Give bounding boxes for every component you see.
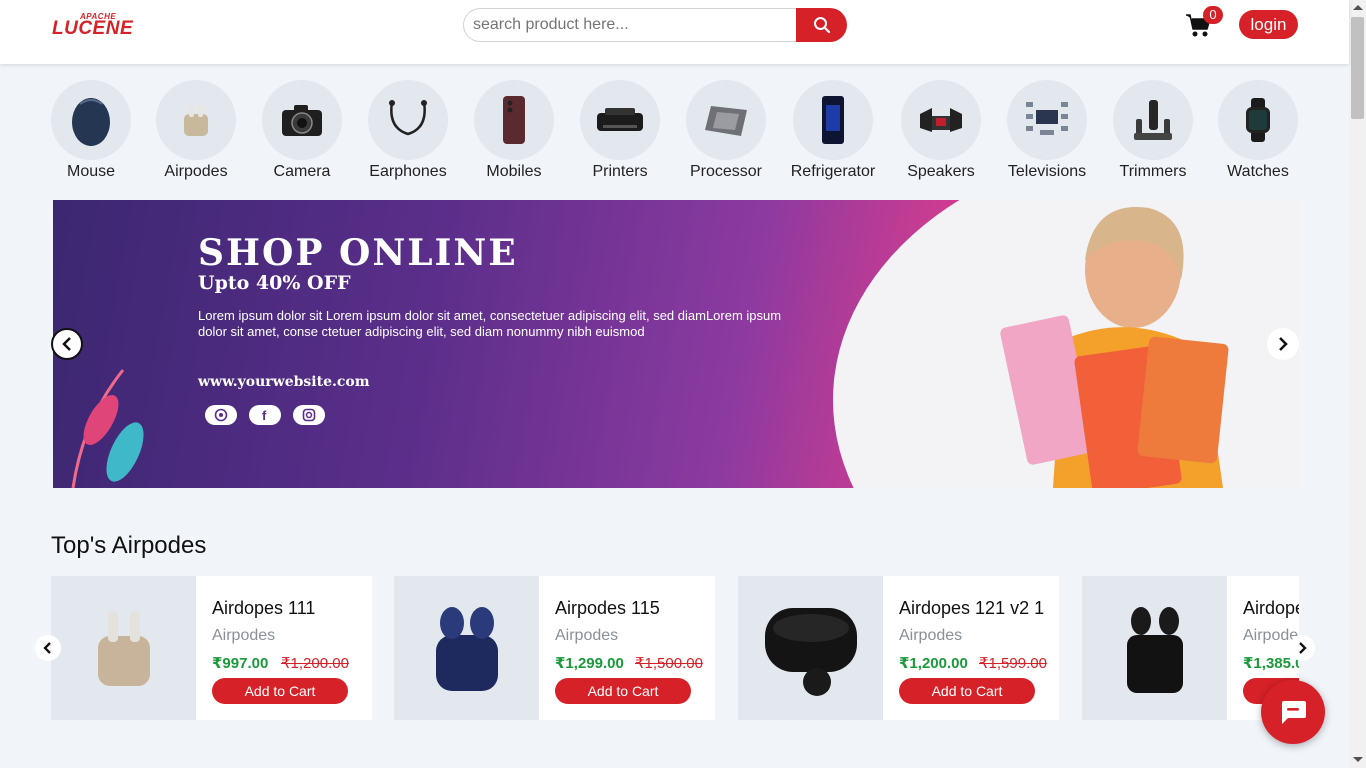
product-name: Airdopes (1243, 598, 1299, 618)
category-printers[interactable]: Printers (570, 80, 670, 180)
category-airpodes[interactable]: Airpodes (146, 80, 246, 180)
product-old-price: ₹1,200.00 (281, 655, 349, 672)
mobile-icon (503, 96, 525, 144)
category-label: Trimmers (1119, 163, 1187, 180)
instagram-icon (293, 405, 325, 425)
product-card[interactable]: Airpodes 115 Airpodes ₹1,299.00 ₹1,500.0… (394, 576, 715, 720)
speaker-icon (920, 108, 962, 132)
airpods-icon (184, 105, 208, 136)
category-processor[interactable]: Processor (676, 80, 776, 180)
brand-logo[interactable]: APACHE LUCENE (52, 12, 152, 40)
search-button[interactable] (796, 8, 847, 42)
chevron-right-icon (1299, 642, 1307, 654)
airpods-case-icon (764, 608, 857, 696)
facebook-icon: f (249, 405, 281, 425)
products-prev-button[interactable] (35, 635, 61, 661)
banner-leaf-decoration (71, 369, 144, 488)
scrollbar-thumb[interactable] (1351, 17, 1364, 119)
product-image[interactable] (51, 576, 196, 720)
chevron-right-icon (1279, 337, 1288, 351)
product-image[interactable] (394, 576, 539, 720)
product-name: Airpodes 115 (555, 598, 660, 618)
product-category: Airpodes (212, 627, 276, 644)
category-camera[interactable]: Camera (252, 80, 352, 180)
banner-next-button[interactable] (1267, 328, 1299, 360)
scroll-down-arrow[interactable] (1353, 757, 1363, 762)
watch-icon (1246, 98, 1270, 142)
trimmer-icon (1134, 100, 1172, 140)
airpods-case-icon (97, 612, 150, 686)
chevron-left-icon (43, 642, 51, 654)
scroll-up-arrow[interactable] (1353, 5, 1363, 10)
category-mobiles[interactable]: Mobiles (464, 80, 564, 180)
product-card[interactable]: Airdopes 121 v2 1 Airpodes ₹1,200.00 ₹1,… (738, 576, 1059, 720)
product-image[interactable] (738, 576, 883, 720)
add-to-cart-button[interactable]: Add to Cart (212, 678, 348, 704)
television-icon (1026, 102, 1068, 135)
category-label: Airpodes (164, 163, 228, 180)
processor-icon (705, 106, 747, 136)
chat-bubble-icon (1282, 701, 1306, 724)
category-label: Processor (689, 163, 763, 180)
category-label: Televisions (1007, 163, 1087, 180)
category-earphones[interactable]: Earphones (358, 80, 458, 180)
refrigerator-icon (822, 96, 844, 144)
category-trimmers[interactable]: Trimmers (1103, 80, 1203, 180)
camera-icon (282, 105, 322, 136)
category-label: Speakers (907, 163, 975, 180)
product-price: ₹1,385.00 (1243, 655, 1299, 672)
banner-website: www.yourwebsite.com (198, 374, 370, 390)
whatsapp-icon (205, 405, 237, 425)
add-to-cart-button[interactable]: Add to Cart (899, 678, 1035, 704)
airpods-case-icon (1126, 607, 1183, 693)
category-refrigerator[interactable]: Refrigerator (783, 80, 883, 180)
search-input[interactable] (463, 8, 799, 42)
chat-button[interactable] (1261, 680, 1325, 744)
category-televisions[interactable]: Televisions (997, 80, 1097, 180)
category-watches[interactable]: Watches (1208, 80, 1308, 180)
banner-subtitle: Upto 40% OFF (198, 272, 351, 294)
product-name: Airdopes 121 v2 1 (899, 598, 1045, 618)
banner-title: SHOP ONLINE (198, 232, 518, 274)
login-button[interactable]: login (1239, 10, 1298, 39)
category-label: Mouse (66, 163, 116, 180)
top-header: APACHE LUCENE 0 login (0, 0, 1349, 64)
product-image[interactable] (1082, 576, 1227, 720)
category-label: Mobiles (486, 163, 542, 180)
section-title: Top's Airpodes (51, 532, 207, 559)
printer-icon (597, 108, 643, 131)
product-category: Airpodes (899, 627, 963, 644)
category-label: Refrigerator (790, 163, 876, 180)
product-price: ₹1,200.00 (899, 655, 968, 672)
promo-banner[interactable]: SHOP ONLINE Upto 40% OFF Lorem ipsum dol… (53, 200, 1299, 488)
category-label: Camera (273, 163, 331, 180)
product-category: Airpodes (555, 627, 619, 644)
category-label: Earphones (369, 163, 447, 180)
category-label: Watches (1227, 163, 1289, 180)
category-label: Printers (592, 163, 648, 180)
category-speakers[interactable]: Speakers (891, 80, 991, 180)
banner-prev-button[interactable] (51, 328, 83, 360)
add-to-cart-button[interactable]: Add to Cart (555, 678, 691, 704)
shopper-photo (1000, 207, 1229, 488)
product-card[interactable]: Airdopes 111 Airpodes ₹997.00 ₹1,200.00 … (51, 576, 372, 720)
chevron-left-icon (62, 337, 71, 351)
cart-count-badge: 0 (1203, 6, 1223, 24)
svg-text:f: f (262, 408, 267, 422)
banner-body-text: Lorem ipsum dolor sit Lorem ipsum dolor … (198, 308, 782, 339)
airpods-case-icon (435, 607, 498, 691)
product-price: ₹1,299.00 (555, 655, 624, 672)
category-mouse[interactable]: Mouse (41, 80, 141, 180)
product-price: ₹997.00 (212, 655, 269, 672)
brand-name: LUCENE (52, 18, 134, 39)
product-old-price: ₹1,500.00 (635, 655, 703, 672)
product-name: Airdopes 111 (212, 598, 316, 618)
mouse-icon (72, 98, 110, 146)
products-next-button[interactable] (1289, 635, 1315, 661)
search-icon (813, 17, 830, 34)
search-bar (463, 8, 847, 42)
earphones-icon (389, 100, 427, 136)
product-old-price: ₹1,599.00 (979, 655, 1047, 672)
